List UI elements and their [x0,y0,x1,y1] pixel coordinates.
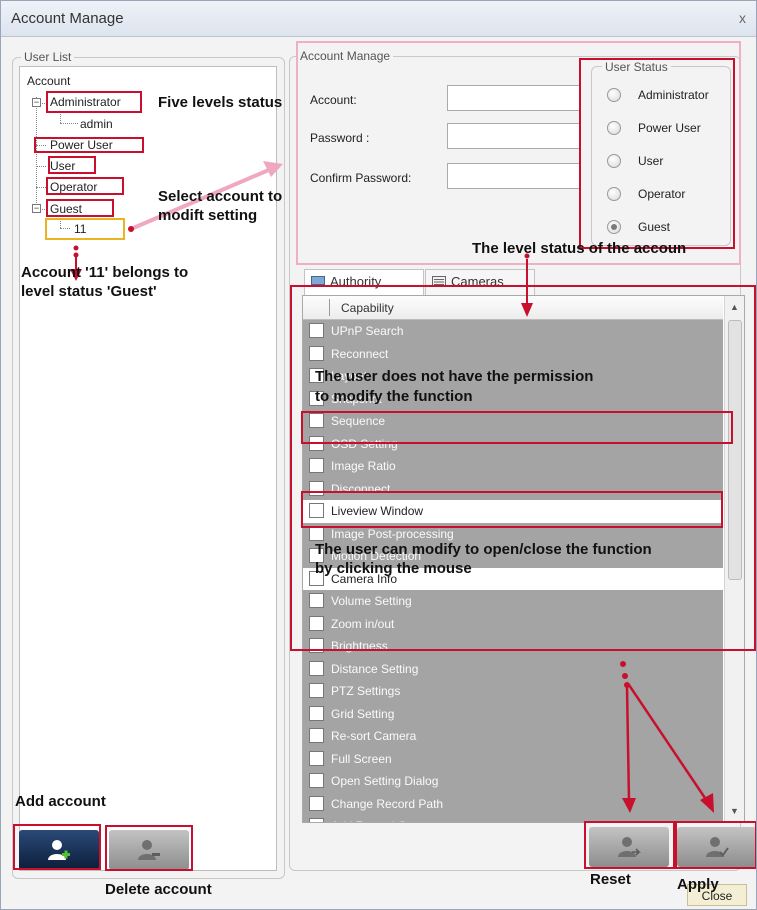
collapse-guest-icon[interactable]: − [32,204,41,213]
annotation-apply: Apply [677,876,719,893]
user-list-legend: User List [21,50,75,64]
annotation-add-account: Add account [15,793,106,810]
highlight-user-status [579,58,735,249]
capability-label: PTZ Settings [331,684,401,698]
capability-checkbox[interactable] [309,795,324,811]
capability-row[interactable]: PTZ Settings [303,680,723,703]
highlight-administrator [46,91,142,113]
highlight-reset-button [584,821,675,869]
highlight-operator [46,177,124,195]
tree-root-account[interactable]: Account [27,74,70,88]
annotation-account-11-1: Account '11' belongs to [21,264,189,281]
window-title: Account Manage [11,10,124,27]
title-bar: Account Manage x [1,1,756,37]
capability-row[interactable]: Change Record Path [303,792,723,815]
annotation-no-permission-2: to modify the function [315,388,473,405]
capability-row[interactable]: Distance Setting [303,657,723,680]
capability-label: Open Setting Dialog [331,774,439,788]
capability-row[interactable]: Grid Setting [303,702,723,725]
capability-checkbox[interactable] [309,683,324,698]
highlight-apply-button [675,821,756,869]
annotation-reset: Reset [590,871,631,888]
capability-label: Distance Setting [331,661,419,676]
annotation-can-modify-2: by clicking the mouse [315,560,472,577]
highlight-capability-area [290,285,756,651]
annotation-level-status: The level status of the accoun [472,240,687,257]
highlight-liveview-row [301,491,723,528]
capability-label: Full Screen [331,751,392,766]
highlight-power-user [34,137,144,153]
annotation-delete-account: Delete account [105,881,212,898]
highlight-delete-button [105,825,193,871]
highlight-user [48,156,96,174]
capability-checkbox[interactable] [309,660,324,676]
capability-checkbox[interactable] [309,728,324,743]
close-icon[interactable]: x [739,10,746,26]
highlight-guest [46,199,114,217]
capability-checkbox[interactable] [309,705,324,721]
annotation-no-permission-1: The user does not have the permission [315,368,594,385]
capability-row[interactable]: Full Screen [303,747,723,770]
annotation-account-11-2: level status 'Guest' [21,283,157,300]
capability-label: Grid Setting [331,706,395,721]
collapse-administrator-icon[interactable]: − [32,98,41,107]
capability-checkbox[interactable] [309,773,324,788]
scroll-down-icon[interactable]: ▼ [730,806,739,816]
tree-item-admin[interactable]: admin [80,117,113,131]
capability-checkbox[interactable] [309,750,324,766]
highlight-add-button [13,824,101,870]
capability-checkbox[interactable] [309,818,324,822]
capability-label: Change Record Path [331,796,444,811]
capability-label: Re-sort Camera [331,729,417,743]
account-manage-window: Account Manage x User List Account − Adm… [0,0,757,910]
annotation-can-modify-1: The user can modify to open/close the fu… [315,541,652,558]
highlight-account-11 [45,218,125,240]
capability-row[interactable]: Re-sort Camera [303,725,723,748]
capability-row[interactable]: Open Setting Dialog [303,770,723,793]
annotation-select-account-2: modift setting [158,207,258,224]
highlight-sequence-row [301,411,733,444]
capability-label: Add Record Camera [331,819,440,822]
annotation-select-account-1: Select account to [158,188,283,205]
annotation-five-levels: Five levels status [158,94,283,111]
